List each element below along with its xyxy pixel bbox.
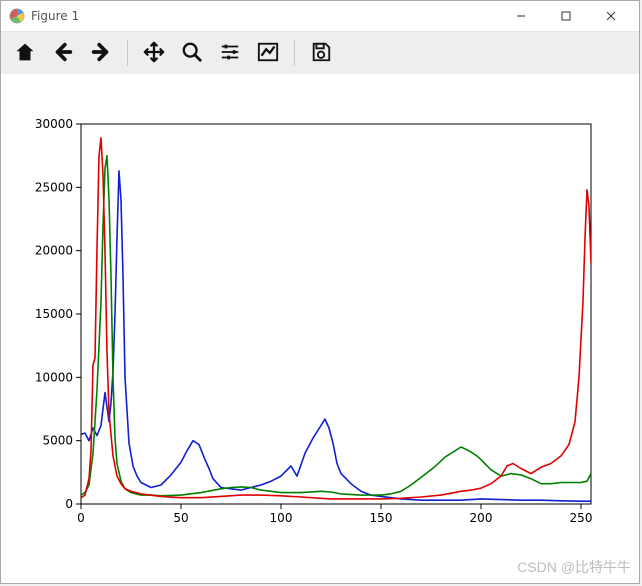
floppy-icon — [310, 41, 332, 66]
pan-button[interactable] — [136, 35, 172, 71]
chart-line-icon — [257, 41, 279, 66]
toolbar-separator — [127, 40, 128, 66]
svg-text:15000: 15000 — [35, 307, 73, 321]
zoom-button[interactable] — [174, 35, 210, 71]
svg-text:150: 150 — [370, 511, 393, 525]
plot-area[interactable]: 0 50 100 150 200 250 0 5000 10000 15000 20000 25000… — [1, 74, 639, 583]
svg-text:0: 0 — [65, 497, 73, 511]
edit-axis-button[interactable] — [250, 35, 286, 71]
matplotlib-icon — [9, 8, 25, 24]
svg-text:5000: 5000 — [42, 434, 73, 448]
toolbar-separator — [294, 40, 295, 66]
home-button[interactable] — [7, 35, 43, 71]
titlebar: Figure 1 — [1, 1, 639, 32]
svg-text:20000: 20000 — [35, 244, 73, 258]
svg-text:200: 200 — [470, 511, 493, 525]
back-button[interactable] — [45, 35, 81, 71]
svg-text:25000: 25000 — [35, 180, 73, 194]
move-icon — [143, 41, 165, 66]
svg-text:100: 100 — [270, 511, 293, 525]
magnifier-icon — [181, 41, 203, 66]
minimize-button[interactable] — [498, 2, 543, 30]
window-title: Figure 1 — [31, 9, 79, 23]
figure-window: Figure 1 — [0, 0, 640, 584]
save-button[interactable] — [303, 35, 339, 71]
chart: 0 50 100 150 200 250 0 5000 10000 15000 20000 25000… — [1, 74, 641, 584]
subplots-button[interactable] — [212, 35, 248, 71]
home-icon — [14, 41, 36, 66]
svg-text:30000: 30000 — [35, 117, 73, 131]
forward-button[interactable] — [83, 35, 119, 71]
svg-text:10000: 10000 — [35, 370, 73, 384]
sliders-icon — [219, 41, 241, 66]
svg-text:250: 250 — [570, 511, 593, 525]
close-button[interactable] — [588, 2, 633, 30]
svg-text:0: 0 — [77, 511, 85, 525]
maximize-button[interactable] — [543, 2, 588, 30]
svg-text:50: 50 — [173, 511, 188, 525]
toolbar — [1, 32, 639, 74]
arrow-left-icon — [52, 41, 74, 66]
arrow-right-icon — [90, 41, 112, 66]
